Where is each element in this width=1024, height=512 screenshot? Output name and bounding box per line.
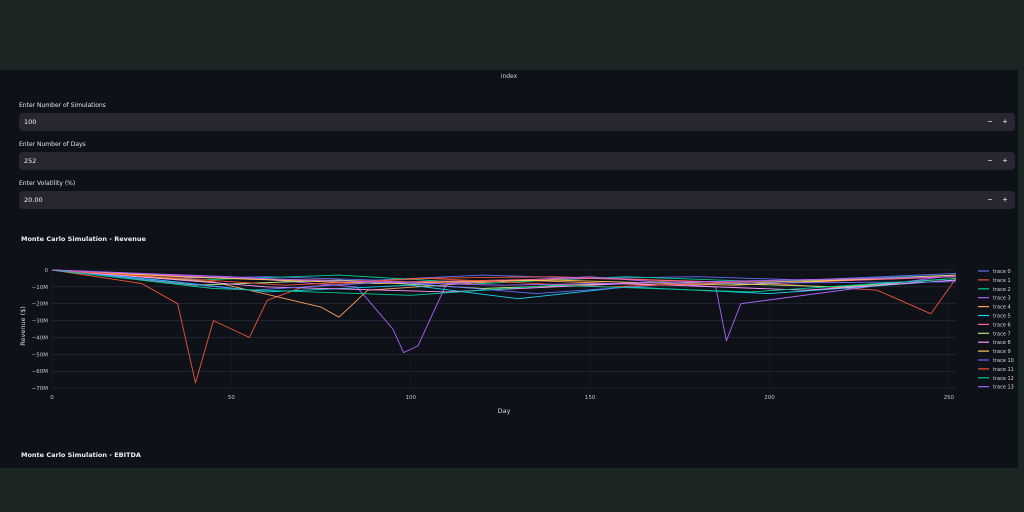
y-tick-label: −30M	[32, 319, 49, 325]
x-tick-label: 50	[228, 395, 235, 401]
days-decrement-button[interactable]: −	[983, 154, 997, 168]
volatility-decrement-button[interactable]: −	[983, 193, 997, 207]
legend-item[interactable]: trace 13	[993, 385, 1014, 391]
y-tick-label: −20M	[32, 302, 49, 308]
legend-item[interactable]: trace 10	[993, 358, 1014, 364]
days-value[interactable]: 252	[24, 157, 36, 165]
y-tick-label: −10M	[32, 285, 49, 291]
legend-item[interactable]: trace 2	[993, 287, 1011, 293]
volatility-input[interactable]: 20.00 − +	[19, 191, 1015, 209]
y-tick-label: −70M	[32, 386, 49, 392]
x-tick-label: 0	[50, 395, 54, 401]
legend-item[interactable]: trace 5	[993, 314, 1011, 320]
y-tick-label: −50M	[32, 352, 49, 358]
legend-item[interactable]: trace 12	[993, 376, 1014, 382]
days-label: Enter Number of Days	[19, 141, 86, 148]
legend-item[interactable]: trace 7	[993, 331, 1011, 337]
legend-item[interactable]: trace 0	[993, 269, 1011, 275]
volatility-label: Enter Volatility (%)	[19, 180, 76, 187]
volatility-increment-button[interactable]: +	[998, 193, 1012, 207]
legend-item[interactable]: trace 6	[993, 322, 1011, 328]
x-tick-label: 200	[764, 395, 775, 401]
x-tick-label: 100	[405, 395, 416, 401]
volatility-value[interactable]: 20.00	[24, 196, 43, 204]
ebitda-chart-title: Monte Carlo Simulation - EBITDA	[21, 451, 141, 459]
legend-item[interactable]: trace 1	[993, 278, 1011, 284]
y-axis-label: Revenue ($)	[19, 306, 27, 346]
legend-item[interactable]: trace 8	[993, 340, 1011, 346]
y-tick-label: −40M	[32, 335, 49, 341]
page-title: index	[500, 73, 518, 80]
simulations-label: Enter Number of Simulations	[19, 102, 106, 109]
revenue-chart-title: Monte Carlo Simulation - Revenue	[21, 235, 146, 243]
legend-item[interactable]: trace 3	[993, 296, 1011, 302]
simulations-increment-button[interactable]: +	[998, 115, 1012, 129]
revenue-chart[interactable]: 0−10M−20M−30M−40M−50M−60M−70M0 50 100 150 20…	[0, 250, 1018, 425]
simulations-value[interactable]: 100	[24, 118, 36, 126]
simulations-decrement-button[interactable]: −	[983, 115, 997, 129]
x-tick-label: 250	[944, 395, 955, 401]
simulations-input[interactable]: 100 − +	[19, 113, 1015, 131]
y-tick-label: −60M	[32, 369, 49, 375]
app-main: index Enter Number of Simulations 100 − …	[0, 70, 1018, 468]
legend-item[interactable]: trace 11	[993, 367, 1014, 373]
legend-item[interactable]: trace 9	[993, 349, 1011, 355]
y-tick-label: 0	[45, 268, 49, 274]
days-input[interactable]: 252 − +	[19, 152, 1015, 170]
legend-item[interactable]: trace 4	[993, 305, 1011, 311]
x-tick-label: 150	[585, 395, 596, 401]
x-axis-label: Day	[498, 407, 511, 415]
days-increment-button[interactable]: +	[998, 154, 1012, 168]
